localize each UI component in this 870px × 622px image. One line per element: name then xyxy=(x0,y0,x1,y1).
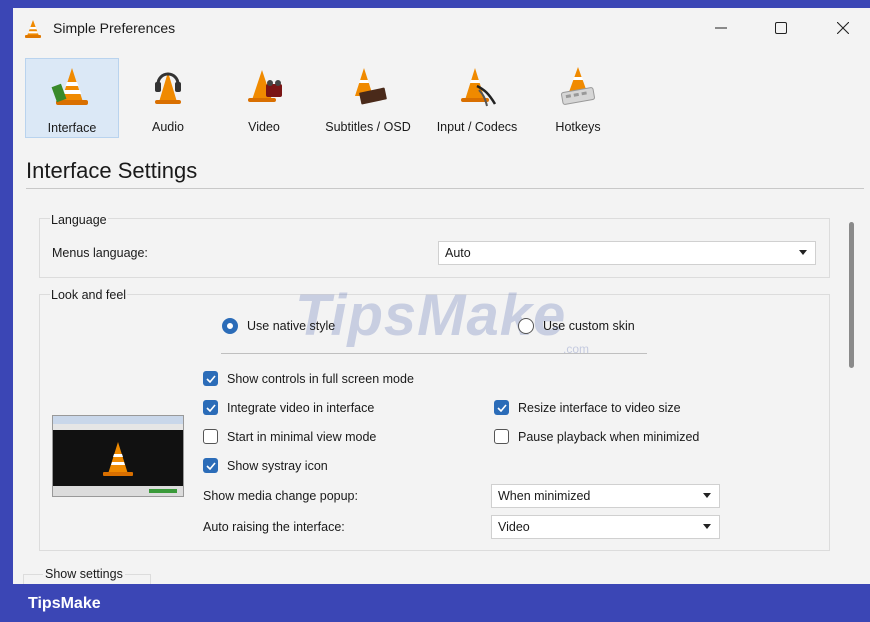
video-cone-icon xyxy=(248,70,282,102)
footer-band xyxy=(0,584,870,622)
checkbox-checked-icon xyxy=(203,400,218,415)
chevron-down-icon xyxy=(703,524,711,529)
checkbox-unchecked-icon xyxy=(203,429,218,444)
tab-interface-label: Interface xyxy=(47,121,97,135)
menus-language-select[interactable]: Auto xyxy=(438,241,816,265)
audio-headphones-icon xyxy=(155,72,181,104)
media-popup-label: Show media change popup: xyxy=(203,489,358,503)
checkbox-systray-icon[interactable]: Show systray icon xyxy=(203,458,328,473)
tab-video[interactable]: Video xyxy=(222,58,306,138)
tab-audio[interactable]: Audio xyxy=(130,58,206,138)
systray-icon-label: Show systray icon xyxy=(227,458,328,473)
checkbox-checked-icon xyxy=(203,371,218,386)
pause-minimized-label: Pause playback when minimized xyxy=(518,429,700,444)
maximize-icon xyxy=(775,22,787,34)
tab-input-codecs[interactable]: Input / Codecs xyxy=(428,58,526,138)
left-border-strip xyxy=(0,0,13,584)
fullscreen-controls-label: Show controls in full screen mode xyxy=(227,371,414,386)
tab-interface[interactable]: Interface xyxy=(25,58,119,138)
maximize-button[interactable] xyxy=(759,8,803,48)
close-button[interactable] xyxy=(821,8,865,48)
show-settings-label: Show settings xyxy=(43,567,125,581)
radio-divider xyxy=(221,353,647,354)
input-codecs-icon xyxy=(461,68,497,107)
tab-hotkeys-label: Hotkeys xyxy=(555,120,601,134)
look-and-feel-group-label: Look and feel xyxy=(50,288,128,302)
watermark: TipsMake xyxy=(295,283,567,348)
scrollbar-thumb[interactable] xyxy=(849,222,854,368)
checkbox-unchecked-icon xyxy=(494,429,509,444)
resize-interface-label: Resize interface to video size xyxy=(518,400,681,415)
window-title: Simple Preferences xyxy=(53,20,176,36)
menus-language-label: Menus language: xyxy=(52,246,148,260)
menus-language-value: Auto xyxy=(445,246,471,260)
checkbox-integrate-video[interactable]: Integrate video in interface xyxy=(203,400,374,415)
auto-raise-value: Video xyxy=(498,520,530,534)
chevron-down-icon xyxy=(799,250,807,255)
subtitles-cone-icon xyxy=(355,68,387,105)
footer-brand: TipsMake xyxy=(28,595,101,612)
tab-audio-label: Audio xyxy=(152,120,184,134)
checkbox-pause-minimized[interactable]: Pause playback when minimized xyxy=(494,429,699,444)
title-bar: Simple Preferences xyxy=(13,8,870,52)
radio-custom-label: Use custom skin xyxy=(543,319,635,333)
media-popup-select[interactable]: When minimized xyxy=(491,484,720,508)
checkbox-resize-interface[interactable]: Resize interface to video size xyxy=(494,400,681,415)
hotkeys-cone-icon xyxy=(561,67,595,105)
tab-hotkeys[interactable]: Hotkeys xyxy=(537,58,619,138)
title-divider xyxy=(26,188,864,189)
page-title: Interface Settings xyxy=(26,158,198,183)
vlc-cone-icon xyxy=(25,20,41,38)
minimize-icon xyxy=(715,27,727,29)
radio-native-dot xyxy=(222,318,238,334)
media-popup-value: When minimized xyxy=(498,489,591,503)
radio-custom-dot xyxy=(518,318,534,334)
interface-preview-image xyxy=(52,415,184,497)
radio-native-style[interactable]: Use native style xyxy=(222,318,335,334)
auto-raise-select[interactable]: Video xyxy=(491,515,720,539)
preferences-window: Simple Preferences Interface Audio Video… xyxy=(13,8,870,584)
preferences-toolbar: Interface Audio Video Subtitles / OSD In… xyxy=(13,52,870,148)
checkbox-minimal-view[interactable]: Start in minimal view mode xyxy=(203,429,376,444)
tab-subtitles-osd[interactable]: Subtitles / OSD xyxy=(316,58,420,138)
top-border-strip xyxy=(0,0,870,8)
radio-native-label: Use native style xyxy=(247,319,336,333)
checkbox-checked-icon xyxy=(203,458,218,473)
tab-video-label: Video xyxy=(248,120,280,134)
minimal-view-label: Start in minimal view mode xyxy=(227,429,377,444)
tab-input-codecs-label: Input / Codecs xyxy=(436,120,518,134)
radio-custom-skin[interactable]: Use custom skin xyxy=(518,318,635,334)
chevron-down-icon xyxy=(703,493,711,498)
close-icon xyxy=(837,22,849,34)
language-group-label: Language xyxy=(50,213,108,227)
auto-raise-label: Auto raising the interface: xyxy=(203,520,345,534)
tab-subtitles-label: Subtitles / OSD xyxy=(325,120,411,134)
minimize-button[interactable] xyxy=(699,8,743,48)
checkbox-fullscreen-controls[interactable]: Show controls in full screen mode xyxy=(203,371,414,386)
checkbox-checked-icon xyxy=(494,400,509,415)
integrate-video-label: Integrate video in interface xyxy=(227,400,375,415)
interface-cone-icon xyxy=(51,68,88,105)
